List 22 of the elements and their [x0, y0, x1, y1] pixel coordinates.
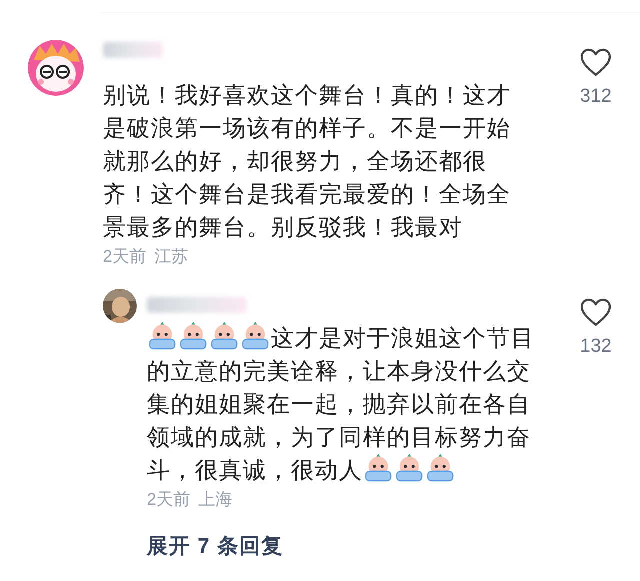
crying-emoji-icon — [363, 454, 394, 483]
comment-location: 江苏 — [154, 246, 188, 268]
crying-emoji-icon — [209, 322, 240, 351]
heart-icon[interactable] — [580, 298, 612, 328]
comment-text: 这才是对于浪姐这个节目 — [271, 325, 535, 351]
crying-emoji-icon — [147, 322, 178, 351]
comment-text: 斗，很真诚，很动人 — [147, 457, 363, 483]
like-count: 132 — [580, 337, 612, 356]
crying-emoji-icon — [178, 322, 209, 351]
comment-text: 别说！我好喜欢这个舞台！真的！这才是破浪第一场该有的样子。不是一开始就那么的好，却很努力，全场还都很齐！这个舞台是我看完最爱的！全场全景最多的舞台。别反驳我！我最对 — [103, 82, 511, 240]
comment-location: 上海 — [198, 489, 232, 511]
crying-emoji-icon — [425, 454, 456, 483]
like-count: 312 — [580, 87, 612, 106]
crying-emoji-icon — [240, 322, 271, 351]
crying-emoji-icon — [394, 454, 425, 483]
comment-time: 2天前 — [147, 489, 190, 511]
avatar[interactable] — [28, 40, 84, 96]
expand-replies-link[interactable]: 展开 7 条回复 — [147, 533, 284, 561]
comment-time: 2天前 — [103, 246, 146, 268]
heart-icon[interactable] — [580, 48, 612, 78]
blurred-username — [103, 42, 163, 58]
comment-text: 的立意的完美诠释，让本身没什么交集的姐姐聚在一起，抛弃以前在各自领域的成就，为了同样的目标努力奋 — [147, 358, 531, 450]
